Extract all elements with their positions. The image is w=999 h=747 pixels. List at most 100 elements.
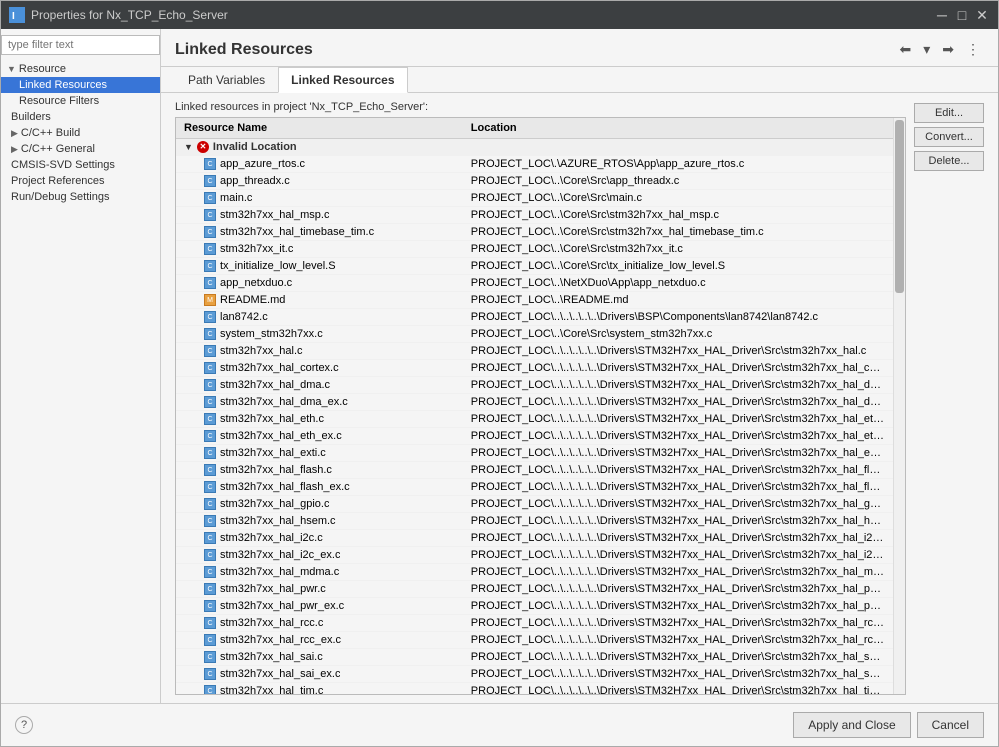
- resource-table-wrapper[interactable]: Resource Name Location ▼ ✕ Invalid Locat…: [176, 118, 893, 694]
- table-row[interactable]: C stm32h7xx_hal_sai.c PROJECT_LOC\..\..\…: [176, 649, 893, 666]
- back-button[interactable]: ⬅: [896, 39, 916, 60]
- table-row[interactable]: C stm32h7xx_hal_i2c_ex.c PROJECT_LOC\..\…: [176, 547, 893, 564]
- table-row[interactable]: C stm32h7xx_hal_flash.c PROJECT_LOC\..\.…: [176, 462, 893, 479]
- table-row[interactable]: M README.md PROJECT_LOC\..\README.md: [176, 292, 893, 309]
- file-location: PROJECT_LOC\..\..\..\..\..\Drivers\BSP\C…: [463, 309, 893, 326]
- file-location: PROJECT_LOC\..\Core\Src\tx_initialize_lo…: [463, 258, 893, 275]
- sidebar-item-cpp-general[interactable]: ▶ C/C++ General: [1, 141, 160, 157]
- name-cell: C stm32h7xx_it.c: [204, 243, 455, 255]
- table-row[interactable]: C tx_initialize_low_level.S PROJECT_LOC\…: [176, 258, 893, 275]
- file-type-icon: C: [204, 328, 216, 340]
- table-row[interactable]: C app_netxduo.c PROJECT_LOC\..\NetXDuo\A…: [176, 275, 893, 292]
- file-location: PROJECT_LOC\..\..\..\..\..\Drivers\STM32…: [463, 428, 893, 445]
- cancel-button[interactable]: Cancel: [917, 712, 984, 738]
- table-row[interactable]: C stm32h7xx_hal_rcc.c PROJECT_LOC\..\..\…: [176, 615, 893, 632]
- help-button[interactable]: ?: [15, 716, 33, 734]
- table-row[interactable]: C app_threadx.c PROJECT_LOC\..\Core\Src\…: [176, 173, 893, 190]
- table-row[interactable]: C stm32h7xx_hal_pwr.c PROJECT_LOC\..\..\…: [176, 581, 893, 598]
- file-type-icon: C: [204, 277, 216, 289]
- file-name: stm32h7xx_hal_sai.c: [220, 651, 323, 663]
- file-name: stm32h7xx_hal_mdma.c: [220, 566, 339, 578]
- footer-left: ?: [15, 716, 33, 734]
- file-type-icon: C: [204, 311, 216, 323]
- table-row[interactable]: C stm32h7xx_hal.c PROJECT_LOC\..\..\..\.…: [176, 343, 893, 360]
- close-button[interactable]: ✕: [974, 7, 990, 23]
- sidebar-item-run-debug[interactable]: Run/Debug Settings: [1, 189, 160, 205]
- file-location: PROJECT_LOC\..\..\..\..\..\Drivers\STM32…: [463, 343, 893, 360]
- file-type-icon: C: [204, 226, 216, 238]
- more-options-button[interactable]: ⋮: [962, 39, 984, 60]
- vertical-scrollbar[interactable]: [893, 118, 905, 694]
- table-row[interactable]: C stm32h7xx_it.c PROJECT_LOC\..\Core\Src…: [176, 241, 893, 258]
- file-location: PROJECT_LOC\..\..\..\..\..\Drivers\STM32…: [463, 666, 893, 683]
- table-row[interactable]: C stm32h7xx_hal_timebase_tim.c PROJECT_L…: [176, 224, 893, 241]
- table-row[interactable]: C stm32h7xx_hal_i2c.c PROJECT_LOC\..\..\…: [176, 530, 893, 547]
- table-row[interactable]: C stm32h7xx_hal_cortex.c PROJECT_LOC\..\…: [176, 360, 893, 377]
- minimize-button[interactable]: ─: [934, 7, 950, 23]
- table-row[interactable]: C stm32h7xx_hal_flash_ex.c PROJECT_LOC\.…: [176, 479, 893, 496]
- expand-arrow-group: ▼: [184, 142, 193, 152]
- convert-button[interactable]: Convert...: [914, 127, 984, 147]
- table-row[interactable]: C system_stm32h7xx.c PROJECT_LOC\..\Core…: [176, 326, 893, 343]
- table-row[interactable]: C main.c PROJECT_LOC\..\Core\Src\main.c: [176, 190, 893, 207]
- table-row[interactable]: C stm32h7xx_hal_eth_ex.c PROJECT_LOC\..\…: [176, 428, 893, 445]
- name-cell: C stm32h7xx_hal_flash.c: [204, 464, 455, 476]
- table-row[interactable]: C app_azure_rtos.c PROJECT_LOC\.\AZURE_R…: [176, 156, 893, 173]
- name-cell: M README.md: [204, 294, 455, 306]
- table-row[interactable]: C stm32h7xx_hal_dma.c PROJECT_LOC\..\..\…: [176, 377, 893, 394]
- table-row[interactable]: C stm32h7xx_hal_rcc_ex.c PROJECT_LOC\..\…: [176, 632, 893, 649]
- forward-button[interactable]: ➡: [938, 39, 958, 60]
- file-name: stm32h7xx_hal_pwr.c: [220, 583, 326, 595]
- file-type-icon: C: [204, 447, 216, 459]
- filter-input[interactable]: [1, 35, 160, 55]
- name-cell: C stm32h7xx_hal_i2c_ex.c: [204, 549, 455, 561]
- table-row[interactable]: C stm32h7xx_hal_exti.c PROJECT_LOC\..\..…: [176, 445, 893, 462]
- table-row[interactable]: C stm32h7xx_hal_msp.c PROJECT_LOC\..\Cor…: [176, 207, 893, 224]
- name-cell: C stm32h7xx_hal_eth.c: [204, 413, 455, 425]
- name-cell: C tx_initialize_low_level.S: [204, 260, 455, 272]
- table-row[interactable]: C stm32h7xx_hal_dma_ex.c PROJECT_LOC\..\…: [176, 394, 893, 411]
- sidebar-item-linked-resources[interactable]: Linked Resources: [1, 77, 160, 93]
- sidebar-group-resource-header[interactable]: ▼ Resource: [1, 61, 160, 77]
- sidebar-group-resource: ▼ Resource Linked Resources Resource Fil…: [1, 61, 160, 109]
- forward-button-dropdown[interactable]: ▾: [919, 39, 934, 60]
- sidebar-item-cmsis-svd[interactable]: CMSIS-SVD Settings: [1, 157, 160, 173]
- file-name: stm32h7xx_hal_sai_ex.c: [220, 668, 340, 680]
- table-row[interactable]: C stm32h7xx_hal_sai_ex.c PROJECT_LOC\..\…: [176, 666, 893, 683]
- table-row[interactable]: C stm32h7xx_hal_eth.c PROJECT_LOC\..\..\…: [176, 411, 893, 428]
- tab-path-variables[interactable]: Path Variables: [175, 67, 278, 93]
- table-row[interactable]: C stm32h7xx_hal_pwr_ex.c PROJECT_LOC\..\…: [176, 598, 893, 615]
- maximize-button[interactable]: □: [954, 7, 970, 23]
- file-type-icon: C: [204, 668, 216, 680]
- delete-button[interactable]: Delete...: [914, 151, 984, 171]
- sidebar-item-project-references[interactable]: Project References: [1, 173, 160, 189]
- file-location: PROJECT_LOC\..\..\..\..\..\Drivers\STM32…: [463, 496, 893, 513]
- sidebar-item-cmsis-svd-label: CMSIS-SVD Settings: [11, 159, 115, 171]
- table-group-row: ▼ ✕ Invalid Location: [176, 139, 893, 156]
- name-cell: C stm32h7xx_hal_timebase_tim.c: [204, 226, 455, 238]
- sidebar-item-builders[interactable]: Builders: [1, 109, 160, 125]
- table-row[interactable]: C stm32h7xx_hal_gpio.c PROJECT_LOC\..\..…: [176, 496, 893, 513]
- sidebar-item-cpp-build[interactable]: ▶ C/C++ Build: [1, 125, 160, 141]
- file-name: app_netxduo.c: [220, 277, 292, 289]
- table-row[interactable]: C stm32h7xx_hal_tim.c PROJECT_LOC\..\..\…: [176, 683, 893, 695]
- table-row[interactable]: C stm32h7xx_hal_mdma.c PROJECT_LOC\..\..…: [176, 564, 893, 581]
- sidebar-item-linked-resources-label: Linked Resources: [19, 79, 107, 91]
- file-type-icon: C: [204, 362, 216, 374]
- arrow-cpp-general: ▶: [11, 144, 18, 155]
- arrow-cpp-build: ▶: [11, 128, 18, 139]
- content-area: Linked resources in project 'Nx_TCP_Echo…: [161, 93, 998, 703]
- table-row[interactable]: C lan8742.c PROJECT_LOC\..\..\..\..\..\D…: [176, 309, 893, 326]
- file-location: PROJECT_LOC\..\README.md: [463, 292, 893, 309]
- name-cell: C stm32h7xx_hal_dma_ex.c: [204, 396, 455, 408]
- table-row[interactable]: C stm32h7xx_hal_hsem.c PROJECT_LOC\..\..…: [176, 513, 893, 530]
- sidebar-item-resource-filters[interactable]: Resource Filters: [1, 93, 160, 109]
- file-location: PROJECT_LOC\..\Core\Src\system_stm32h7xx…: [463, 326, 893, 343]
- file-location: PROJECT_LOC\..\..\..\..\..\Drivers\STM32…: [463, 649, 893, 666]
- file-type-icon: C: [204, 464, 216, 476]
- edit-button[interactable]: Edit...: [914, 103, 984, 123]
- apply-close-button[interactable]: Apply and Close: [793, 712, 910, 738]
- tab-bar: Path Variables Linked Resources: [161, 67, 998, 93]
- tab-linked-resources[interactable]: Linked Resources: [278, 67, 407, 93]
- app-icon: I: [9, 7, 25, 23]
